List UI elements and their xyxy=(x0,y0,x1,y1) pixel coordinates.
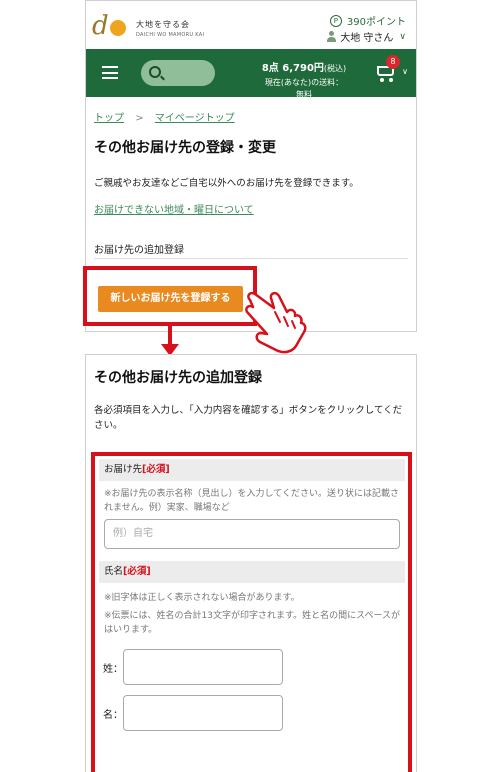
cart-total: 8点 6,790円(税込) xyxy=(261,63,347,74)
cart-shipping: 現在(あなた)の送料： 無料 xyxy=(264,78,344,99)
cart-chevron-icon[interactable]: ∨ xyxy=(402,67,408,76)
breadcrumb-mypage[interactable]: マイページトップ xyxy=(155,113,235,124)
breadcrumb-separator: > xyxy=(135,113,144,124)
user-name: 大地 守さん xyxy=(340,33,394,44)
menu-icon[interactable] xyxy=(102,66,118,79)
logo-text: 大地を守る会 DAICHI WO MAMORU KAI xyxy=(136,19,226,38)
cart-badge: 8 xyxy=(386,55,400,69)
top-header: d 大地を守る会 DAICHI WO MAMORU KAI P 390ポイント … xyxy=(86,1,416,49)
highlight-frame xyxy=(91,452,412,772)
logo-en: DAICHI WO MAMORU KAI xyxy=(136,32,205,38)
divider xyxy=(94,258,408,259)
logo-jp: 大地を守る会 xyxy=(136,20,190,29)
form-description: 各必須項目を入力し、「入力内容を確認する」ボタンをクリックしてください。 xyxy=(94,405,403,431)
cart-summary[interactable]: 8点 6,790円(税込) 現在(あなた)の送料： 無料 xyxy=(254,59,354,101)
nav-bar: 8点 6,790円(税込) 現在(あなた)の送料： 無料 8 ∨ xyxy=(86,49,416,99)
chevron-down-icon: ∨ xyxy=(399,31,406,42)
search-icon xyxy=(149,66,161,78)
points-icon: P xyxy=(329,14,342,27)
breadcrumb: トップ > マイページトップ xyxy=(94,109,235,124)
cart-icon[interactable]: 8 xyxy=(374,55,400,82)
page-title: その他お届け先の登録・変更 xyxy=(94,140,276,156)
add-destination-panel: その他お届け先の追加登録 各必須項目を入力し、「入力内容を確認する」ボタンをクリ… xyxy=(85,354,417,772)
arrow-down-icon xyxy=(168,326,172,346)
search-button[interactable] xyxy=(141,60,215,86)
delivery-area-link[interactable]: お届けできない地域・曜日について xyxy=(94,201,254,216)
form-title: その他お届け先の追加登録 xyxy=(94,370,262,386)
section-heading: お届け先の追加登録 xyxy=(94,245,184,256)
logo[interactable]: d xyxy=(92,13,126,39)
breadcrumb-top[interactable]: トップ xyxy=(94,113,124,124)
pointing-hand-icon xyxy=(245,291,307,354)
highlight-frame xyxy=(83,266,257,326)
logo-letter: d xyxy=(92,11,109,41)
user-menu[interactable]: 大地 守さん ∨ xyxy=(327,29,406,44)
page-description: ご親戚やお友達などご自宅以外へのお届け先を登録できます。 xyxy=(94,178,359,189)
logo-circle xyxy=(109,20,126,36)
points-value: 390ポイント xyxy=(346,17,406,28)
person-icon xyxy=(327,31,337,42)
points-display[interactable]: P 390ポイント xyxy=(329,13,406,28)
